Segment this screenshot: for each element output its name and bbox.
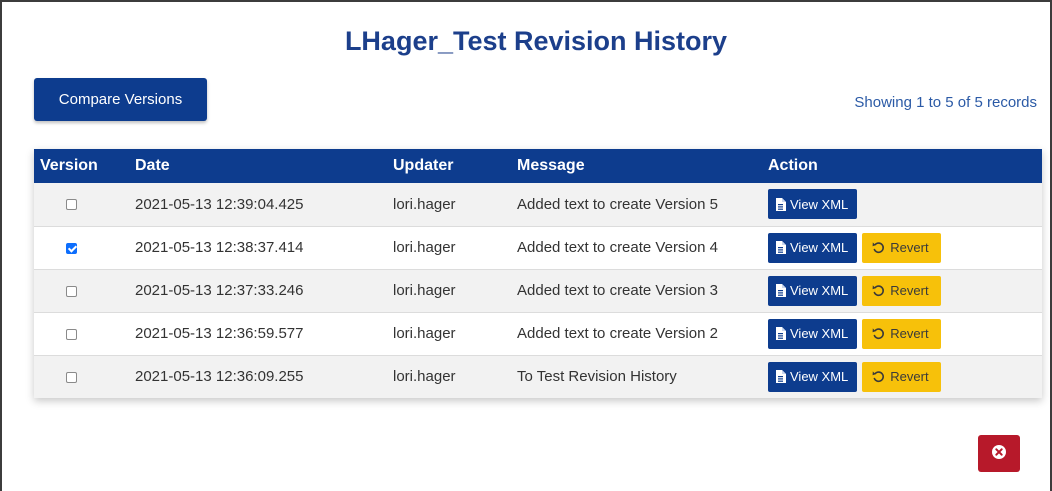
message-cell: To Test Revision History	[517, 354, 768, 398]
header-updater: Updater	[393, 157, 454, 174]
undo-icon	[872, 241, 885, 254]
updater-cell: lori.hager	[393, 354, 517, 398]
header-message: Message	[517, 157, 585, 174]
revert-label: Revert	[890, 283, 929, 298]
table-row: 2021-05-13 12:37:33.246 lori.hager Added t…	[34, 268, 1042, 312]
header-date: Date	[135, 157, 170, 174]
revision-history-modal: LHager_Test Revision History Compare Ver…	[0, 0, 1052, 491]
revert-button[interactable]: Revert	[862, 318, 941, 349]
message-cell: Added text to create Version 2	[517, 311, 768, 355]
file-text-icon	[775, 327, 786, 340]
undo-icon	[872, 284, 885, 297]
view-xml-button[interactable]: View XML	[768, 361, 858, 392]
version-cell	[34, 268, 135, 312]
message-cell: Added text to create Version 5	[517, 195, 718, 213]
action-cell: View XML Revert	[768, 311, 1042, 355]
updater-cell: lori.hager	[393, 225, 517, 269]
date-cell: 2021-05-13 12:36:09.255	[135, 354, 393, 398]
revert-label: Revert	[890, 240, 929, 255]
version-checkbox[interactable]	[66, 199, 77, 211]
compare-versions-button[interactable]: Compare Versions	[34, 78, 207, 121]
close-button[interactable]	[978, 435, 1020, 472]
table-row: 2021-05-13 12:39:04.425 lori.hager Added t…	[34, 183, 1042, 226]
file-text-icon	[775, 370, 786, 384]
version-checkbox[interactable]	[66, 328, 77, 340]
message-cell: Added text to create Version 4	[517, 225, 768, 269]
updater-cell: lori.hager	[393, 311, 517, 355]
file-text-icon	[775, 241, 786, 254]
version-cell	[34, 225, 135, 269]
view-xml-button[interactable]: View XML	[768, 232, 858, 263]
action-cell: View XML Revert	[768, 354, 1042, 398]
action-cell: View XML	[768, 183, 1042, 226]
view-xml-label: View XML	[790, 326, 849, 341]
revert-button[interactable]: Revert	[862, 275, 941, 306]
undo-icon	[872, 370, 885, 383]
view-xml-label: View XML	[790, 240, 849, 255]
table-row: 2021-05-13 12:38:37.414 lori.hager Added t…	[34, 225, 1042, 269]
revert-button[interactable]: Revert	[862, 232, 941, 263]
view-xml-button[interactable]: View XML	[768, 275, 858, 306]
view-xml-button[interactable]: View XML	[768, 189, 858, 220]
table-header-row: Version Date Updater Message Action	[34, 149, 1042, 183]
table-row: 2021-05-13 12:36:09.255 lori.hager To Test…	[34, 354, 1042, 398]
updater-cell: lori.hager	[393, 268, 517, 312]
updater-cell: lori.hager	[393, 195, 456, 213]
version-checkbox[interactable]	[66, 242, 77, 254]
revert-button[interactable]: Revert	[862, 361, 941, 392]
file-text-icon	[775, 197, 786, 211]
date-cell: 2021-05-13 12:36:59.577	[135, 311, 393, 355]
revision-table: Version Date Updater Message Action 2021…	[34, 149, 1042, 398]
table-row: 2021-05-13 12:36:59.577 lori.hager Added t…	[34, 311, 1042, 355]
message-cell: Added text to create Version 3	[517, 268, 768, 312]
version-checkbox[interactable]	[66, 285, 77, 297]
times-circle-icon	[991, 444, 1007, 463]
header-version: Version	[40, 157, 98, 174]
header-action: Action	[768, 157, 818, 174]
date-cell: 2021-05-13 12:38:37.414	[135, 225, 393, 269]
action-cell: View XML Revert	[768, 225, 1042, 269]
undo-icon	[872, 327, 885, 340]
version-checkbox[interactable]	[66, 371, 77, 383]
view-xml-label: View XML	[790, 283, 849, 298]
record-count: Showing 1 to 5 of 5 records	[854, 94, 1037, 111]
view-xml-label: View XML	[790, 196, 849, 212]
date-cell: 2021-05-13 12:37:33.246	[135, 268, 393, 312]
date-cell: 2021-05-13 12:39:04.425	[135, 195, 304, 213]
file-text-icon	[775, 284, 786, 297]
version-cell	[34, 311, 135, 355]
view-xml-button[interactable]: View XML	[768, 318, 858, 349]
version-cell	[34, 354, 135, 398]
action-cell: View XML Revert	[768, 268, 1042, 312]
version-cell	[34, 183, 135, 226]
revert-label: Revert	[890, 369, 929, 385]
revert-label: Revert	[890, 326, 929, 341]
revision-table-card: Version Date Updater Message Action 2021…	[34, 149, 1042, 398]
modal-title: LHager_Test Revision History	[344, 26, 728, 56]
view-xml-label: View XML	[790, 369, 849, 385]
